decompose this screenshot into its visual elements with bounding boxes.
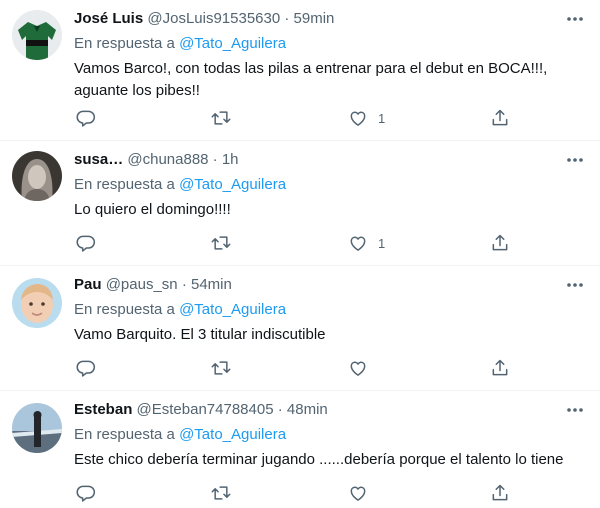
tweet-header: Pau @paus_sn · 54min (74, 276, 560, 294)
share-button[interactable] (490, 356, 510, 380)
reply-context: En respuesta a @Tato_Aguilera (74, 301, 286, 319)
avatar-image (12, 151, 62, 201)
avatar[interactable] (12, 403, 62, 453)
like-icon (350, 111, 366, 126)
timestamp[interactable]: 48min (287, 401, 328, 418)
retweet-button[interactable] (210, 106, 232, 130)
like-button[interactable]: 1 (348, 231, 385, 255)
mention-link[interactable]: @Tato_Aguilera (179, 176, 286, 193)
like-count: 1 (378, 110, 386, 126)
share-icon (492, 359, 508, 376)
separator: · (277, 401, 283, 418)
more-icon[interactable] (562, 6, 588, 32)
tweet[interactable]: Pau @paus_sn · 54min En respuesta a @Tat… (0, 266, 600, 391)
separator: · (284, 10, 290, 27)
action-bar (74, 481, 600, 505)
tweet-header: Esteban @Esteban74788405 · 48min (74, 401, 560, 419)
reply-icon (76, 235, 96, 252)
reply-context: En respuesta a @Tato_Aguilera (74, 426, 286, 444)
reply-button[interactable] (76, 356, 96, 380)
retweet-icon (211, 361, 231, 375)
more-icon[interactable] (562, 272, 588, 298)
share-button[interactable] (490, 106, 510, 130)
author-name[interactable]: José Luis (74, 10, 143, 27)
reply-icon (76, 360, 96, 377)
tweet[interactable]: susa… @chuna888 · 1h En respuesta a @Tat… (0, 141, 600, 266)
mention-link[interactable]: @Tato_Aguilera (179, 426, 286, 443)
like-button[interactable] (348, 356, 378, 380)
action-bar: 1 (74, 231, 600, 255)
like-icon (350, 236, 366, 251)
tweet[interactable]: José Luis @JosLuis91535630 · 59min En re… (0, 0, 600, 141)
avatar-image (12, 278, 62, 328)
author-handle[interactable]: @JosLuis91535630 (147, 10, 280, 27)
tweet-header: susa… @chuna888 · 1h (74, 151, 560, 169)
reply-context: En respuesta a @Tato_Aguilera (74, 176, 286, 194)
timestamp[interactable]: 54min (191, 276, 232, 293)
tweet-text: Vamo Barquito. El 3 titular indiscutible (74, 326, 326, 343)
reply-context: En respuesta a @Tato_Aguilera (74, 35, 286, 53)
reply-feed: José Luis @JosLuis91535630 · 59min En re… (0, 0, 600, 508)
retweet-icon (211, 486, 231, 500)
author-name[interactable]: Esteban (74, 401, 132, 418)
tweet[interactable]: Esteban @Esteban74788405 · 48min En resp… (0, 391, 600, 508)
avatar[interactable] (12, 278, 62, 328)
action-bar: 1 (74, 106, 600, 130)
reply-prefix: En respuesta a (74, 301, 175, 318)
reply-icon (76, 485, 96, 502)
share-icon (492, 234, 508, 251)
avatar-image (12, 10, 62, 60)
share-icon (492, 109, 508, 126)
avatar[interactable] (12, 151, 62, 201)
avatar[interactable] (12, 10, 62, 60)
reply-button[interactable] (76, 481, 96, 505)
like-icon (350, 486, 366, 501)
timestamp[interactable]: 59min (294, 10, 335, 27)
like-button[interactable]: 1 (348, 106, 385, 130)
reply-button[interactable] (76, 231, 96, 255)
action-bar (74, 356, 600, 380)
author-handle[interactable]: @Esteban74788405 (137, 401, 274, 418)
like-count: 1 (378, 235, 386, 251)
author-name[interactable]: Pau (74, 276, 102, 293)
retweet-button[interactable] (210, 356, 232, 380)
author-handle[interactable]: @chuna888 (127, 151, 208, 168)
more-icon[interactable] (562, 147, 588, 173)
reply-button[interactable] (76, 106, 96, 130)
retweet-button[interactable] (210, 481, 232, 505)
separator: · (181, 276, 187, 293)
timestamp[interactable]: 1h (222, 151, 239, 168)
mention-link[interactable]: @Tato_Aguilera (179, 35, 286, 52)
retweet-icon (211, 111, 231, 125)
retweet-icon (211, 236, 231, 250)
tweet-text: Lo quiero el domingo!!!! (74, 201, 231, 218)
more-icon[interactable] (562, 397, 588, 423)
share-button[interactable] (490, 231, 510, 255)
reply-prefix: En respuesta a (74, 426, 175, 443)
reply-icon (76, 110, 96, 127)
tweet-text: Vamos Barco!, con todas las pilas a entr… (74, 60, 548, 99)
share-icon (492, 484, 508, 501)
retweet-button[interactable] (210, 231, 232, 255)
author-handle[interactable]: @paus_sn (106, 276, 178, 293)
separator: · (212, 151, 218, 168)
like-icon (350, 361, 366, 376)
tweet-text: Este chico debería terminar jugando ....… (74, 451, 564, 468)
author-name[interactable]: susa… (74, 151, 123, 168)
like-button[interactable] (348, 481, 378, 505)
avatar-image (12, 403, 62, 453)
tweet-header: José Luis @JosLuis91535630 · 59min (74, 10, 560, 28)
mention-link[interactable]: @Tato_Aguilera (179, 301, 286, 318)
reply-prefix: En respuesta a (74, 35, 175, 52)
share-button[interactable] (490, 481, 510, 505)
reply-prefix: En respuesta a (74, 176, 175, 193)
